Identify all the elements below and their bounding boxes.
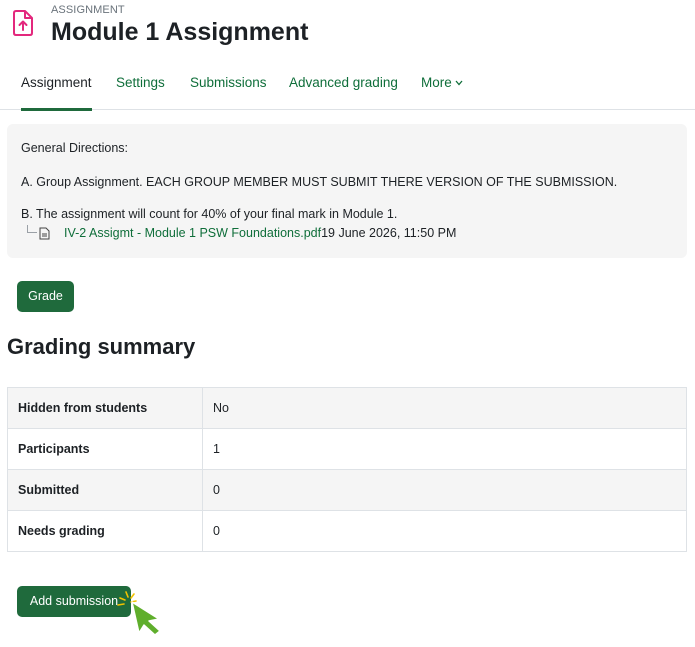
assignment-upload-icon: [13, 10, 33, 36]
secondary-navigation: Assignment Settings Submissions Advanced…: [0, 66, 695, 111]
row-value-submitted: 0: [202, 469, 687, 511]
row-value-participants: 1: [202, 428, 687, 470]
row-label-needs-grading: Needs grading: [7, 510, 203, 552]
intro-heading: General Directions:: [21, 141, 128, 155]
tab-settings[interactable]: Settings: [116, 66, 165, 110]
tab-submissions[interactable]: Submissions: [190, 66, 267, 110]
tab-more-label: More: [421, 75, 452, 90]
assignment-intro: General Directions: A. Group Assignment.…: [7, 124, 687, 258]
attachment-link[interactable]: IV-2 Assigmt - Module 1 PSW Foundations.…: [64, 226, 456, 240]
row-label-hidden-from-students: Hidden from students: [7, 387, 203, 429]
module-type-label: ASSIGNMENT: [51, 4, 125, 16]
table-row: Needs grading 0: [7, 510, 687, 552]
row-value-needs-grading: 0: [202, 510, 687, 552]
row-label-submitted: Submitted: [7, 469, 203, 511]
table-row: Hidden from students No: [7, 387, 687, 429]
grade-button[interactable]: Grade: [17, 281, 74, 312]
table-row: Submitted 0: [7, 469, 687, 511]
intro-line-a: A. Group Assignment. EACH GROUP MEMBER M…: [21, 175, 618, 189]
intro-line-b: B. The assignment will count for 40% of …: [21, 207, 398, 221]
table-row: Participants 1: [7, 428, 687, 470]
grading-summary-title: Grading summary: [7, 334, 196, 359]
page-header: ASSIGNMENT Module 1 Assignment: [0, 0, 695, 60]
tree-branch-icon: [27, 225, 37, 233]
row-value-hidden-from-students: No: [202, 387, 687, 429]
row-label-participants: Participants: [7, 428, 203, 470]
pdf-file-icon: [39, 227, 50, 240]
tab-more[interactable]: More: [421, 66, 463, 110]
chevron-down-icon: [455, 80, 463, 86]
grading-summary-table: Hidden from students No Participants 1 S…: [7, 387, 687, 552]
click-cursor-icon: [117, 591, 161, 636]
page-title: Module 1 Assignment: [51, 18, 309, 46]
attachment-file-name[interactable]: IV-2 Assigmt - Module 1 PSW Foundations.…: [64, 226, 321, 240]
tab-assignment[interactable]: Assignment: [21, 66, 92, 111]
attachment-date: 19 June 2026, 11:50 PM: [321, 226, 457, 240]
tab-advanced-grading[interactable]: Advanced grading: [289, 66, 398, 110]
